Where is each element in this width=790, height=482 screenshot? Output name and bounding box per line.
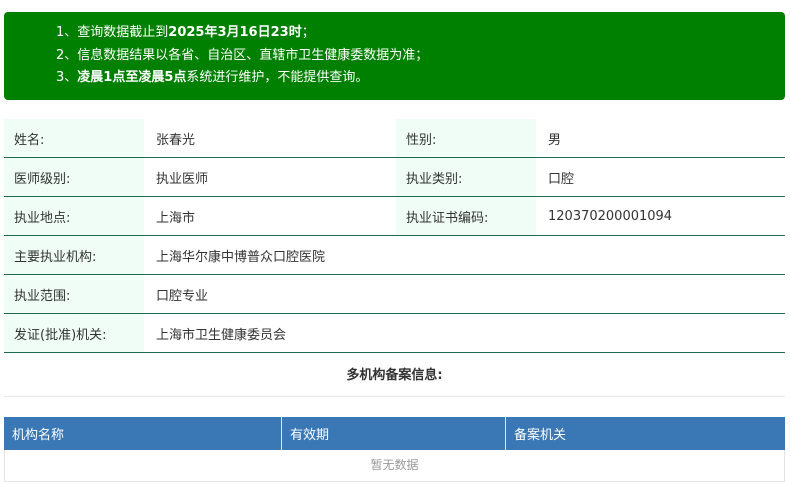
- info-row-institution: 主要执业机构: 上海华尔康中博普众口腔医院: [4, 236, 785, 275]
- cert-value: 120370200001094: [548, 208, 673, 224]
- category-value: 口腔: [548, 171, 575, 187]
- scope-value: 口腔专业: [156, 288, 209, 304]
- scope-label: 执业范围:: [4, 275, 144, 313]
- gender-label: 性别:: [396, 119, 536, 157]
- info-row-name: 姓名: 张春光 性别: 男: [4, 119, 785, 158]
- gender-value: 男: [548, 132, 562, 148]
- name-label: 姓名:: [4, 119, 144, 157]
- location-label: 执业地点:: [4, 197, 144, 235]
- notice-banner: 1、查询数据截止到2025年3月16日23时； 2、信息数据结果以各省、自治区、…: [4, 12, 785, 100]
- category-label: 执业类别:: [396, 158, 536, 196]
- column-header-validity: 有效期: [282, 417, 506, 450]
- authority-value: 上海市卫生健康委员会: [156, 327, 287, 343]
- table-header: 机构名称 有效期 备案机关: [4, 417, 785, 450]
- name-value: 张春光: [156, 132, 196, 148]
- notice-line-1: 1、查询数据截止到2025年3月16日23时；: [56, 25, 315, 40]
- multi-institution-title: 多机构备案信息:: [4, 356, 785, 397]
- notice-line-2: 2、信息数据结果以各省、自治区、直辖市卫生健康委数据为准；: [56, 47, 429, 63]
- info-row-level: 医师级别: 执业医师 执业类别: 口腔: [4, 158, 785, 197]
- notice-line-3: 3、凌晨1点至凌晨5点系统进行维护，不能提供查询。: [56, 70, 369, 85]
- cert-label: 执业证书编码:: [396, 197, 536, 235]
- column-header-authority: 备案机关: [514, 428, 567, 443]
- institution-value: 上海华尔康中博普众口腔医院: [156, 249, 326, 265]
- location-value: 上海市: [156, 210, 196, 226]
- info-row-location: 执业地点: 上海市 执业证书编码: 120370200001094: [4, 197, 785, 236]
- column-header-institution: 机构名称: [4, 417, 282, 450]
- multi-institution-table: 机构名称 有效期 备案机关 暂无数据: [4, 417, 785, 482]
- authority-label: 发证(批准)机关:: [4, 314, 144, 352]
- doctor-info-table: 姓名: 张春光 性别: 男 医师级别: 执业医师 执业类别: 口腔 执业地点: …: [4, 119, 785, 353]
- institution-label: 主要执业机构:: [4, 236, 144, 274]
- level-label: 医师级别:: [4, 158, 144, 196]
- info-row-scope: 执业范围: 口腔专业: [4, 275, 785, 314]
- empty-state: 暂无数据: [4, 450, 785, 482]
- info-row-authority: 发证(批准)机关: 上海市卫生健康委员会: [4, 314, 785, 353]
- level-value: 执业医师: [156, 171, 209, 187]
